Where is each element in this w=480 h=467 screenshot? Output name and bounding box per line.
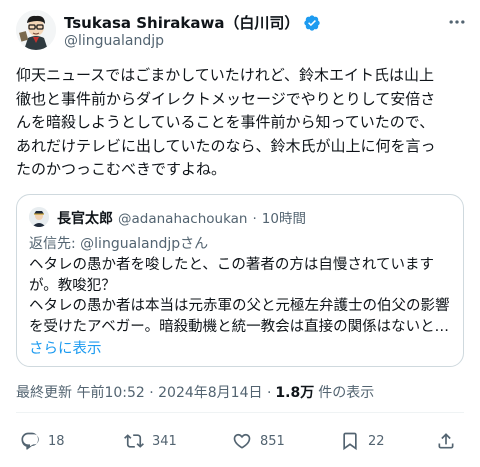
bookmark-count: 22 xyxy=(368,433,385,449)
tweet-line: 徹也と事件前からダイレクトメッセージでやりとりして安倍さ xyxy=(16,89,436,108)
quote-line: ヘタレの愚か者を唆したと、この著者の方は自慢されています xyxy=(29,257,434,273)
views-label: 件の表示 xyxy=(318,385,375,401)
like-count: 851 xyxy=(260,433,285,449)
author-display-name[interactable]: Tsukasa Shirakawa（白川司） xyxy=(64,12,299,33)
repost-icon xyxy=(124,434,144,448)
author-handle[interactable]: @lingualandjp xyxy=(64,33,164,49)
quote-author-name[interactable]: 長官太郎 xyxy=(57,208,113,228)
views-count: 1.8万 xyxy=(275,385,315,401)
reply-suffix: さん xyxy=(180,236,209,252)
last-updated-timestamp[interactable]: 最終更新 午前10:52 · 2024年8月14日 · xyxy=(16,382,271,402)
verified-badge-icon xyxy=(304,14,321,31)
quote-line: を受けたアベガー。暗殺動機と統一教会は直接の関係はないと… xyxy=(29,318,450,335)
quote-text: ヘタレの愚か者を唆したと、この著者の方は自慢されています が。教唆犯？ ヘタレの… xyxy=(29,255,453,337)
quote-author-row[interactable]: 長官太郎 @adanahachoukan · 10時間 xyxy=(57,207,306,228)
tweet-line: 仰天ニュースではごまかしていたけれど、鈴木エイト氏は山上 xyxy=(16,66,435,84)
heart-icon xyxy=(233,433,251,449)
tweet-line: あれだけテレビに出していたのなら、鈴木氏が山上に何を言っ xyxy=(16,136,436,155)
reply-prefix: 返信先: xyxy=(29,236,81,252)
divider xyxy=(16,412,464,413)
quote-timestamp[interactable]: 10時間 xyxy=(262,207,306,227)
quote-line: ヘタレの愚か者は本当は元赤軍の父と元極左弁護士の伯父の影響 xyxy=(29,298,450,314)
quote-author-avatar[interactable] xyxy=(29,207,49,227)
quote-author-handle[interactable]: @adanahachoukan xyxy=(118,211,247,227)
more-options-button[interactable] xyxy=(446,12,468,32)
quote-reply-context: 返信先: @lingualandjpさん xyxy=(29,233,208,253)
author-avatar[interactable] xyxy=(16,10,56,50)
action-bar: 18 341 851 22 xyxy=(16,426,464,456)
like-button[interactable]: 851 xyxy=(232,426,285,456)
quote-line: が。教唆犯？ xyxy=(29,277,116,294)
show-more-link[interactable]: さらに表示 xyxy=(29,337,102,358)
more-dots-icon xyxy=(449,20,465,24)
tweet-line: たのかつっこむべきですよね。 xyxy=(16,160,227,178)
repost-count: 341 xyxy=(152,433,177,449)
tweet-line: んを暗殺しようとしていることを事件前から知っていたので、 xyxy=(16,113,435,131)
share-button[interactable] xyxy=(436,426,456,456)
bookmark-button[interactable]: 22 xyxy=(340,426,385,456)
cartoon-man-avatar-icon xyxy=(16,10,56,50)
reply-button[interactable]: 18 xyxy=(20,426,65,456)
tweet-meta: 最終更新 午前10:52 · 2024年8月14日 · 1.8万 件の表示 xyxy=(16,382,374,402)
bookmark-icon xyxy=(343,432,357,451)
share-icon xyxy=(438,433,454,449)
repost-button[interactable]: 341 xyxy=(124,426,177,456)
reply-mention-link[interactable]: @lingualandjp xyxy=(80,236,180,252)
reply-count: 18 xyxy=(48,433,65,449)
quoted-tweet[interactable]: 長官太郎 @adanahachoukan · 10時間 返信先: @lingua… xyxy=(16,194,464,367)
author-name-row[interactable]: Tsukasa Shirakawa（白川司） xyxy=(64,12,321,33)
quote-dot-separator: · xyxy=(252,211,257,227)
uniformed-person-avatar-icon xyxy=(29,207,49,227)
reply-icon xyxy=(21,432,39,450)
tweet-text: 仰天ニュースではごまかしていたけれど、鈴木エイト氏は山上 徹也と事件前からダイレ… xyxy=(16,64,466,182)
